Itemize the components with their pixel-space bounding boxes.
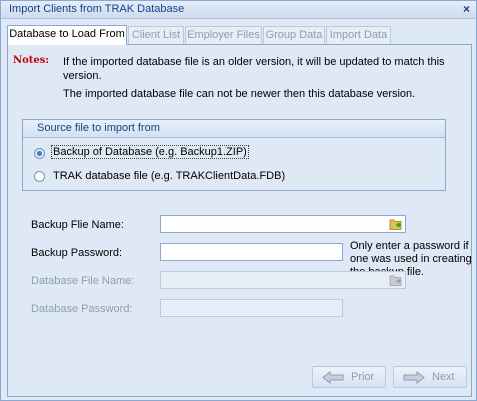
- source-group-header: Source file to import from: [23, 120, 445, 138]
- tab-group-data[interactable]: Group Data: [263, 26, 325, 44]
- database-password-label: Database Password:: [31, 303, 133, 315]
- title-bar: Import Clients from TRAK Database ×: [1, 1, 476, 19]
- arrow-left-icon: [322, 371, 344, 384]
- tab-client-list[interactable]: Client List: [128, 26, 184, 44]
- next-button-label: Next: [432, 371, 455, 383]
- source-file-group: Source file to import from Backup of Dat…: [22, 119, 446, 191]
- database-file-name-label: Database File Name:: [31, 275, 135, 287]
- database-password-input[interactable]: [160, 299, 343, 317]
- notes-label: Notes:: [13, 55, 50, 66]
- notes-newer-text: The imported database file can not be ne…: [63, 88, 416, 100]
- trak-database-radio-label[interactable]: TRAK database file (e.g. TRAKClientData.…: [53, 170, 285, 182]
- trak-database-radio-button[interactable]: [34, 171, 45, 182]
- source-group-title: Source file to import from: [37, 122, 160, 134]
- backup-file-name-input[interactable]: [160, 215, 406, 233]
- tab-database-to-load-from[interactable]: Database to Load From: [7, 25, 127, 45]
- backup-file-name-label: Backup Flie Name:: [31, 219, 124, 231]
- arrow-right-icon: [403, 371, 425, 384]
- folder-open-icon[interactable]: [389, 217, 404, 231]
- window-title: Import Clients from TRAK Database: [9, 3, 185, 15]
- folder-open-icon-disabled[interactable]: [389, 273, 404, 287]
- tab-import-data[interactable]: Import Data: [326, 26, 391, 44]
- import-clients-dialog: Import Clients from TRAK Database × Data…: [0, 0, 477, 401]
- backup-radio-label[interactable]: Backup of Database (e.g. Backup1.ZIP): [51, 145, 249, 159]
- close-icon[interactable]: ×: [463, 2, 470, 16]
- database-file-name-input[interactable]: [160, 271, 406, 289]
- backup-radio-button[interactable]: [34, 148, 45, 159]
- next-button[interactable]: Next: [393, 366, 467, 388]
- prior-button[interactable]: Prior: [312, 366, 386, 388]
- tab-employer-files[interactable]: Employer Files: [185, 26, 262, 44]
- backup-password-label: Backup Password:: [31, 247, 123, 259]
- prior-button-label: Prior: [351, 371, 375, 383]
- backup-radio-text: Backup of Database (e.g. Backup1.ZIP): [51, 145, 249, 159]
- notes-version-text: If the imported database file is an olde…: [63, 56, 445, 82]
- backup-password-input[interactable]: [160, 243, 343, 261]
